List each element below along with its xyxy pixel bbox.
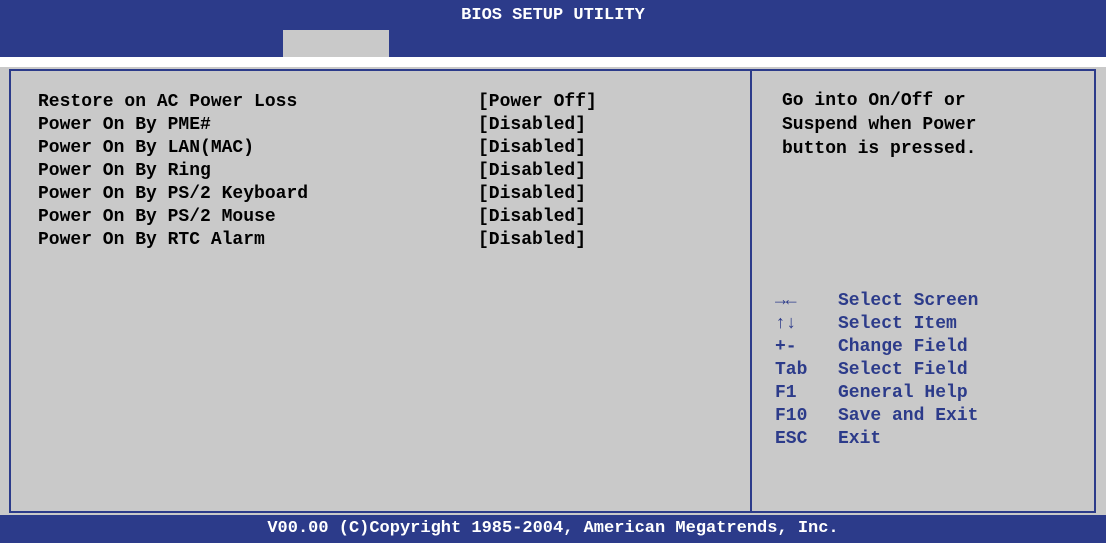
copyright-text: V00.00 (C)Copyright 1985-2004, American … bbox=[267, 519, 839, 538]
key-name: Tab bbox=[775, 360, 808, 380]
setting-value[interactable]: [Disabled] bbox=[478, 230, 586, 250]
header-bar: BIOS SETUP UTILITY bbox=[0, 0, 1106, 57]
help-line: Go into On/Off or bbox=[782, 91, 966, 111]
bios-screen: BIOS SETUP UTILITY Restore on AC Power L… bbox=[0, 0, 1106, 543]
help-panel: Go into On/Off or Suspend when Power but… bbox=[751, 69, 1096, 513]
setting-restore-ac-power-loss[interactable]: Restore on AC Power Loss [Power Off] bbox=[38, 92, 597, 115]
key-description: Save and Exit bbox=[838, 406, 979, 426]
setting-power-on-ps2-mouse[interactable]: Power On By PS/2 Mouse [Disabled] bbox=[38, 207, 586, 230]
setting-label: Power On By Ring bbox=[38, 161, 211, 181]
key-description: Change Field bbox=[838, 337, 968, 357]
setting-value[interactable]: [Disabled] bbox=[478, 115, 586, 135]
setting-power-on-pme[interactable]: Power On By PME# [Disabled] bbox=[38, 115, 586, 138]
key-row-general-help: F1 General Help bbox=[775, 382, 968, 405]
setting-value[interactable]: [Disabled] bbox=[478, 138, 586, 158]
key-description: Select Screen bbox=[838, 291, 979, 311]
key-row-change-field: +- Change Field bbox=[775, 336, 968, 359]
key-legend: →← Select Screen ↑↓ Select Item +- Chang… bbox=[775, 290, 978, 451]
active-tab[interactable] bbox=[283, 30, 389, 57]
key-description: Select Field bbox=[838, 360, 968, 380]
main-area: Restore on AC Power Loss [Power Off] Pow… bbox=[0, 67, 1106, 515]
setting-value[interactable]: [Power Off] bbox=[478, 92, 597, 112]
key-row-exit: ESC Exit bbox=[775, 428, 883, 451]
help-line: Suspend when Power bbox=[782, 115, 977, 135]
footer-bar: V00.00 (C)Copyright 1985-2004, American … bbox=[0, 515, 1106, 543]
key-row-select-item: ↑↓ Select Item bbox=[775, 313, 957, 336]
setting-power-on-rtc-alarm[interactable]: Power On By RTC Alarm [Disabled] bbox=[38, 230, 586, 253]
bios-title: BIOS SETUP UTILITY bbox=[461, 6, 645, 25]
key-name: F10 bbox=[775, 406, 808, 426]
help-line: button is pressed. bbox=[782, 139, 977, 159]
setting-power-on-ps2-keyboard[interactable]: Power On By PS/2 Keyboard [Disabled] bbox=[38, 184, 586, 207]
arrows-up-down-icon: ↑↓ bbox=[775, 314, 797, 334]
setting-label: Restore on AC Power Loss bbox=[38, 92, 298, 112]
key-name: F1 bbox=[775, 383, 797, 403]
setting-label: Power On By PS/2 Mouse bbox=[38, 207, 276, 227]
setting-value[interactable]: [Disabled] bbox=[478, 184, 586, 204]
key-name: ESC bbox=[775, 429, 808, 449]
help-text: Go into On/Off or Suspend when Power but… bbox=[782, 89, 976, 161]
setting-label: Power On By PS/2 Keyboard bbox=[38, 184, 309, 204]
setting-label: Power On By RTC Alarm bbox=[38, 230, 265, 250]
setting-power-on-lan[interactable]: Power On By LAN(MAC) [Disabled] bbox=[38, 138, 586, 161]
setting-label: Power On By LAN(MAC) bbox=[38, 138, 255, 158]
key-row-select-screen: →← Select Screen bbox=[775, 290, 978, 313]
key-description: Select Item bbox=[838, 314, 957, 334]
setting-value[interactable]: [Disabled] bbox=[478, 207, 586, 227]
key-name: +- bbox=[775, 337, 797, 357]
key-row-save-exit: F10 Save and Exit bbox=[775, 405, 978, 428]
key-row-select-field: Tab Select Field bbox=[775, 359, 968, 382]
setting-label: Power On By PME# bbox=[38, 115, 211, 135]
key-description: General Help bbox=[838, 383, 968, 403]
setting-power-on-ring[interactable]: Power On By Ring [Disabled] bbox=[38, 161, 586, 184]
arrows-left-right-icon: →← bbox=[775, 291, 797, 311]
key-description: Exit bbox=[838, 429, 882, 449]
settings-panel: Restore on AC Power Loss [Power Off] Pow… bbox=[9, 69, 751, 513]
setting-value[interactable]: [Disabled] bbox=[478, 161, 586, 181]
